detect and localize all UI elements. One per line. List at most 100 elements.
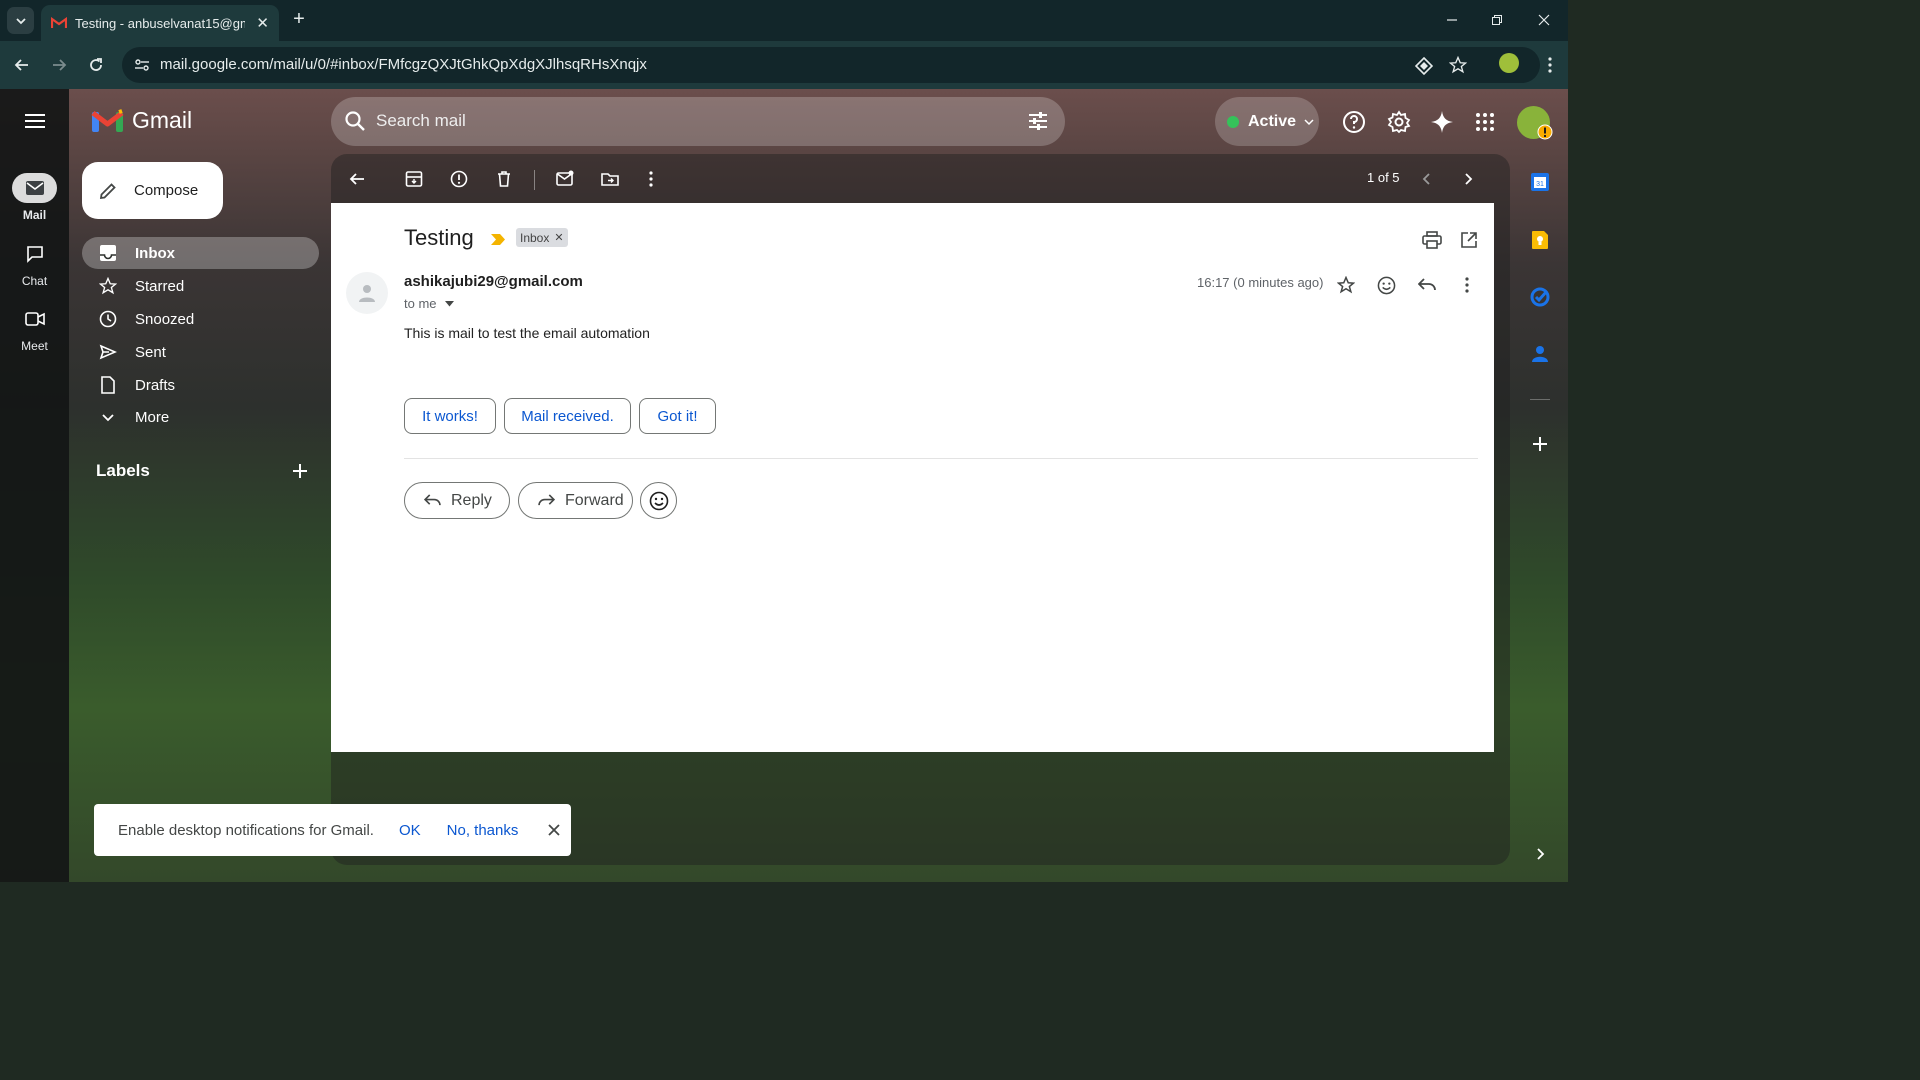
- reload-button[interactable]: [84, 53, 108, 77]
- forward-button[interactable]: [47, 53, 71, 77]
- caret-down-icon: [444, 300, 454, 306]
- add-reaction-button[interactable]: [1374, 273, 1398, 297]
- sparkle-icon: [1431, 111, 1453, 133]
- sidebar-item-inbox[interactable]: Inbox: [82, 237, 319, 269]
- recipient-details[interactable]: to me: [404, 296, 454, 311]
- reload-icon: [90, 58, 102, 71]
- settings-button[interactable]: [1386, 109, 1412, 135]
- rail-item-mail[interactable]: Mail: [0, 173, 69, 222]
- browser-profile-avatar[interactable]: [1499, 53, 1519, 73]
- star-message-button[interactable]: [1334, 273, 1358, 297]
- archive-icon: [405, 171, 423, 187]
- contacts-icon: [1532, 346, 1548, 362]
- search-input[interactable]: Search mail: [376, 111, 466, 131]
- calendar-icon: 31: [1531, 173, 1549, 191]
- video-icon: [24, 312, 45, 326]
- smart-reply-button[interactable]: Mail received.: [504, 398, 631, 434]
- browser-menu-button[interactable]: [1538, 53, 1562, 77]
- message-toolbar: 1 of 5: [331, 154, 1494, 203]
- app-rail: Mail Chat Meet: [0, 89, 69, 882]
- importance-marker-icon[interactable]: [491, 232, 505, 250]
- account-avatar[interactable]: [1517, 106, 1553, 140]
- sidebar-item-sent[interactable]: Sent: [82, 336, 319, 368]
- sender-avatar[interactable]: [346, 272, 388, 314]
- message-more-button[interactable]: [1455, 273, 1479, 297]
- older-button[interactable]: [1458, 169, 1478, 189]
- rail-item-chat[interactable]: Chat: [0, 239, 69, 288]
- emoji-reaction-button[interactable]: [640, 482, 677, 519]
- back-button[interactable]: [10, 53, 34, 77]
- reply-action-button[interactable]: Reply: [404, 482, 510, 519]
- message-body: This is mail to test the email automatio…: [404, 325, 650, 341]
- delete-button[interactable]: [494, 169, 514, 189]
- notification-ok-button[interactable]: OK: [399, 822, 421, 839]
- sidebar-item-snoozed[interactable]: Snoozed: [82, 303, 319, 335]
- smart-reply-button[interactable]: It works!: [404, 398, 496, 434]
- sidebar-item-drafts[interactable]: Drafts: [82, 369, 319, 401]
- open-new-window-button[interactable]: [1458, 229, 1480, 251]
- sidebar-item-label: Inbox: [135, 244, 175, 262]
- folder-move-icon: [601, 173, 619, 186]
- move-to-button[interactable]: [600, 169, 620, 189]
- forward-action-button[interactable]: Forward: [518, 482, 633, 519]
- star-icon: [99, 277, 117, 295]
- tab-close-icon[interactable]: ✕: [256, 14, 269, 32]
- report-spam-button[interactable]: [449, 169, 469, 189]
- status-button[interactable]: Active: [1215, 97, 1319, 146]
- toolbar-divider: [534, 170, 535, 190]
- extension-diamond-icon[interactable]: [1415, 57, 1433, 75]
- close-window-button[interactable]: [1532, 8, 1556, 32]
- tab-list-button[interactable]: [7, 7, 34, 34]
- emoji-icon: [1377, 276, 1395, 294]
- site-settings-icon[interactable]: [134, 57, 150, 73]
- gmail-logo[interactable]: Gmail: [91, 107, 192, 134]
- mark-unread-icon: [556, 170, 574, 186]
- mark-unread-button[interactable]: [555, 169, 575, 189]
- compose-button[interactable]: Compose: [82, 162, 223, 219]
- sender-email[interactable]: ashikajubi29@gmail.com: [404, 273, 583, 290]
- browser-tab[interactable]: Testing - anbuselvanat15@gma ✕: [41, 5, 279, 41]
- new-tab-button[interactable]: +: [288, 8, 310, 30]
- more-actions-button[interactable]: [641, 169, 661, 189]
- sidebar-item-more[interactable]: More: [82, 401, 319, 433]
- gemini-button[interactable]: [1429, 109, 1455, 135]
- keep-button[interactable]: [1530, 230, 1550, 250]
- rail-item-meet[interactable]: Meet: [0, 304, 69, 353]
- get-addons-button[interactable]: [1530, 434, 1550, 454]
- support-button[interactable]: [1341, 109, 1367, 135]
- smart-reply-button[interactable]: Got it!: [639, 398, 716, 434]
- create-label-button[interactable]: [290, 461, 310, 481]
- expand-panel-button[interactable]: [1530, 844, 1550, 864]
- reply-button[interactable]: [1415, 273, 1439, 297]
- star-icon: [1337, 276, 1355, 294]
- back-to-inbox-button[interactable]: [347, 169, 367, 189]
- search-bar[interactable]: Search mail: [331, 97, 1065, 146]
- omnibox[interactable]: mail.google.com/mail/u/0/#inbox/FMfcgzQX…: [122, 47, 1540, 83]
- minimize-icon: [1447, 19, 1457, 21]
- contacts-button[interactable]: [1530, 344, 1550, 364]
- sidebar-item-starred[interactable]: Starred: [82, 270, 319, 302]
- more-vertical-icon: [1465, 277, 1469, 293]
- send-icon: [99, 344, 117, 360]
- newer-button[interactable]: [1417, 169, 1437, 189]
- archive-button[interactable]: [404, 169, 424, 189]
- search-options-icon[interactable]: [1027, 110, 1049, 137]
- draft-icon: [101, 376, 115, 394]
- close-icon[interactable]: [546, 822, 562, 838]
- bookmark-star-icon[interactable]: [1449, 56, 1467, 74]
- notification-decline-button[interactable]: No, thanks: [447, 822, 519, 839]
- main-menu-button[interactable]: [20, 109, 50, 133]
- print-button[interactable]: [1421, 229, 1443, 251]
- calendar-button[interactable]: 31: [1530, 172, 1550, 192]
- search-icon[interactable]: [344, 110, 366, 137]
- sidebar-item-label: Starred: [135, 277, 185, 295]
- tasks-button[interactable]: [1530, 287, 1550, 307]
- chevron-right-icon: [1465, 173, 1473, 185]
- restore-button[interactable]: [1485, 8, 1509, 32]
- apps-button[interactable]: [1472, 109, 1498, 135]
- keep-icon: [1532, 231, 1548, 249]
- remove-label-icon[interactable]: ✕: [554, 231, 563, 244]
- tasks-icon: [1530, 287, 1550, 307]
- arrow-left-icon: [349, 173, 364, 185]
- minimize-button[interactable]: [1440, 8, 1464, 32]
